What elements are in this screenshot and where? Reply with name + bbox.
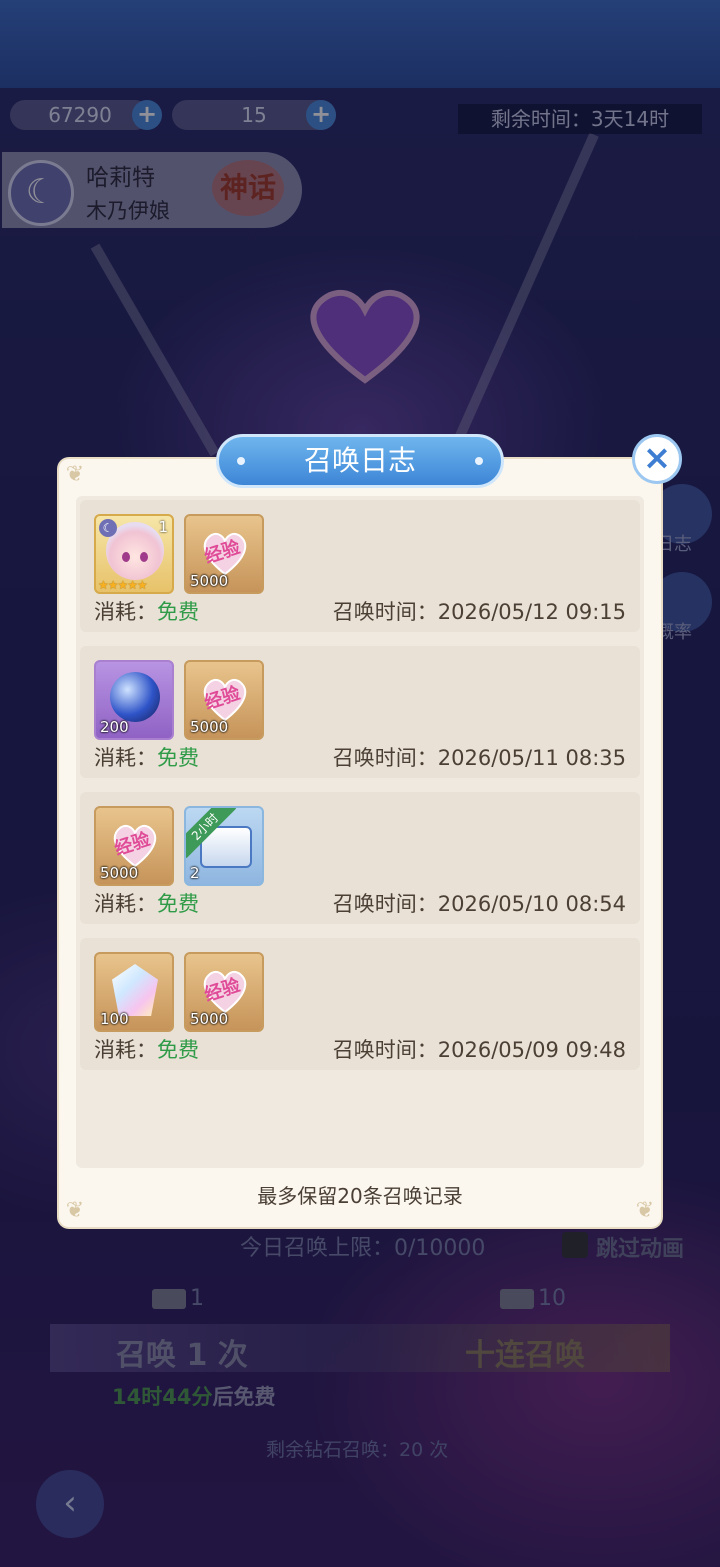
time-label: 召唤时间： xyxy=(332,1038,438,1062)
crystal-orb-icon xyxy=(110,672,160,722)
summon-time: 召唤时间：2026/05/10 08:54 xyxy=(333,888,626,918)
eye xyxy=(140,552,148,562)
time-value: 2026/05/11 08:35 xyxy=(437,746,626,770)
log-record: 100 经验 5000 消耗：免费 召唤时间：2026/05/09 09:48 xyxy=(80,938,640,1070)
summon-time: 召唤时间：2026/05/12 09:15 xyxy=(333,596,626,626)
item-quantity: 100 xyxy=(100,1010,129,1028)
cost: 消耗：免费 xyxy=(94,742,199,772)
time-label: 召唤时间： xyxy=(332,600,438,624)
rainbow-crystal-item[interactable]: 100 xyxy=(94,952,174,1032)
cost-label: 消耗： xyxy=(94,600,157,624)
item-quantity: 5000 xyxy=(190,718,229,736)
cost-label: 消耗： xyxy=(94,746,157,770)
treasure-chest-item[interactable]: 2小时 2 xyxy=(184,806,264,886)
log-record: ☾ 1 ★★★★★ 经验 5000 消耗：免费 召唤时间：2026/05/12 … xyxy=(80,500,640,632)
exp-heart-item[interactable]: 经验 5000 xyxy=(184,952,264,1032)
rainbow-crystal-icon xyxy=(112,964,158,1016)
item-quantity: 2 xyxy=(190,864,200,882)
time-value: 2026/05/12 09:15 xyxy=(437,600,626,624)
time-value: 2026/05/09 09:48 xyxy=(437,1038,626,1062)
title-dot xyxy=(237,457,245,465)
hero-portrait-item[interactable]: ☾ 1 ★★★★★ xyxy=(94,514,174,594)
item-quantity: 5000 xyxy=(190,1010,229,1028)
log-limit-note: 最多保留20条召唤记录 xyxy=(257,1184,463,1208)
close-icon: × xyxy=(642,438,672,478)
exp-heart-item[interactable]: 经验 5000 xyxy=(184,660,264,740)
cost: 消耗：免费 xyxy=(94,1034,199,1064)
log-record: 200 经验 5000 消耗：免费 召唤时间：2026/05/11 08:35 xyxy=(80,646,640,778)
item-quantity: 200 xyxy=(100,718,129,736)
exp-heart-item[interactable]: 经验 5000 xyxy=(184,514,264,594)
cost-value: 免费 xyxy=(157,746,199,770)
dialog-title: 召唤日志 xyxy=(216,434,504,488)
time-value: 2026/05/10 08:54 xyxy=(437,892,626,916)
item-quantity: 1 xyxy=(158,518,168,536)
cost-label: 消耗： xyxy=(94,892,157,916)
cost-value: 免费 xyxy=(157,1038,199,1062)
dialog-title-text: 召唤日志 xyxy=(303,444,416,477)
cost-value: 免费 xyxy=(157,892,199,916)
moon-icon: ☾ xyxy=(99,519,117,537)
cost: 消耗：免费 xyxy=(94,596,199,626)
corner-ornament: ❦ xyxy=(65,462,85,487)
title-dot xyxy=(475,457,483,465)
summon-time: 召唤时间：2026/05/11 08:35 xyxy=(333,742,626,772)
item-quantity: 5000 xyxy=(190,572,229,590)
cost-value: 免费 xyxy=(157,600,199,624)
cost-label: 消耗： xyxy=(94,1038,157,1062)
time-label: 召唤时间： xyxy=(332,746,438,770)
close-button[interactable]: × xyxy=(632,434,682,484)
summon-time: 召唤时间：2026/05/09 09:48 xyxy=(333,1034,626,1064)
log-record: 经验 5000 2小时 2 消耗：免费 召唤时间：2026/05/10 08:5… xyxy=(80,792,640,924)
item-quantity: 5000 xyxy=(100,864,139,882)
eye xyxy=(122,552,130,562)
crystal-orb-item[interactable]: 200 xyxy=(94,660,174,740)
cost: 消耗：免费 xyxy=(94,888,199,918)
star-rating-icon: ★★★★★ xyxy=(98,578,148,592)
time-label: 召唤时间： xyxy=(332,892,438,916)
exp-heart-item[interactable]: 经验 5000 xyxy=(94,806,174,886)
